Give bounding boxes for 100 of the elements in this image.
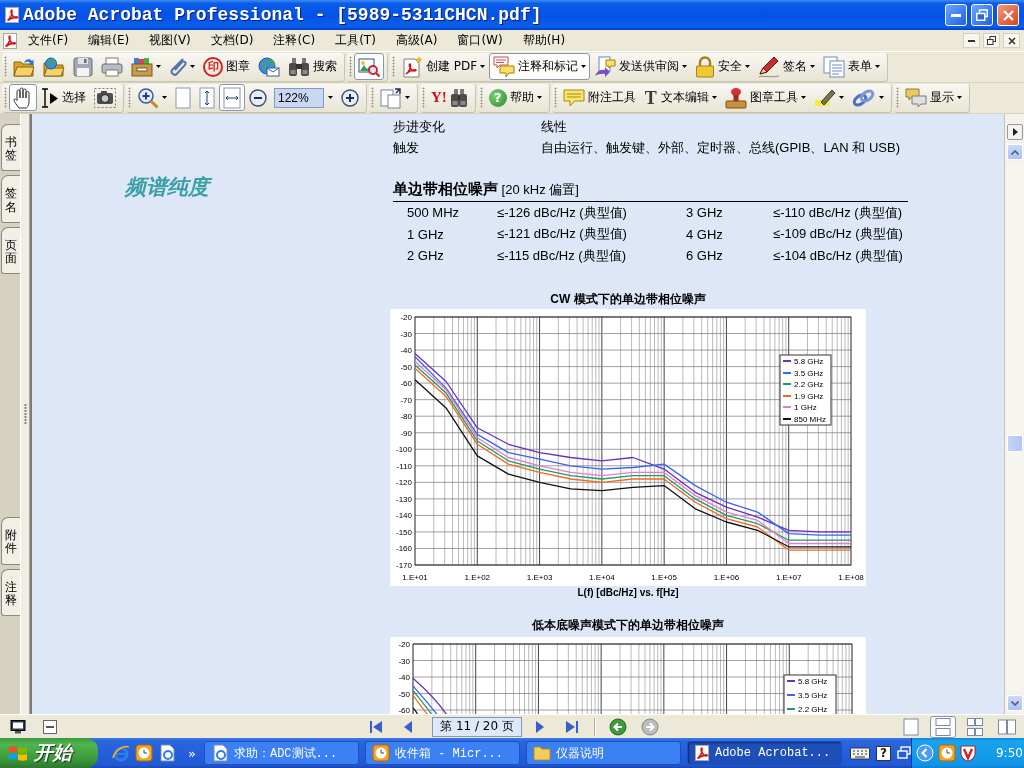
minimize-button[interactable] [945,4,967,26]
menu-item[interactable]: 窗口(W) [447,31,513,50]
windows-icon[interactable] [896,746,911,760]
axis-tick-label: 1.E+08 [838,573,864,582]
menu-item[interactable]: 文件(F) [18,31,79,50]
note-tool-button[interactable]: 附注工具 [558,84,640,111]
ring-swoosh-icon[interactable] [112,744,130,762]
toolbar-grip[interactable] [479,87,483,108]
axis-tick-label: -40 [398,673,410,682]
security-button[interactable]: 安全 [691,53,755,80]
sidebar-tab[interactable]: 签名 [1,175,20,223]
toolbar-grip[interactable] [371,87,374,108]
show-button[interactable]: 显示 [900,84,966,111]
scroll-thumb[interactable] [1006,435,1023,452]
taskbar-button[interactable]: 求助：ADC测试... [203,741,359,765]
chevron-left-icon[interactable] [915,744,934,762]
panel-toggle-button[interactable] [1006,124,1023,140]
help-button[interactable]: ? 帮助 [484,84,546,111]
comment-markup-button[interactable]: 注释和标记 [489,53,591,80]
zoom-field[interactable]: 122% [274,87,324,108]
sign-button[interactable]: 签名 [754,53,820,80]
toolbar-grip[interactable] [895,87,899,108]
create-pdf-button[interactable]: 创建 PDF [397,53,490,80]
spec-value: 线性 [541,117,567,136]
legend-label: 2.2 GHz [798,705,828,714]
menu-item[interactable]: 文档(D) [200,31,264,50]
clock-square-icon[interactable] [135,744,153,762]
menu-item[interactable]: 视图(V) [139,31,201,50]
shield-icon[interactable] [959,744,976,762]
legend-label: 2.2 GHz [794,380,824,389]
scroll-down-button[interactable] [1006,695,1023,711]
document-close-button[interactable] [1003,33,1020,48]
toolbar-grip[interactable] [392,56,395,77]
menu-item[interactable]: 工具(T) [325,31,386,50]
document-restore-button[interactable] [983,33,1000,48]
taskbar-button[interactable]: Adobe Acrobat... [686,741,842,765]
menu-item[interactable]: 高级(A) [385,31,448,50]
toolbar-grip[interactable] [4,56,7,77]
page-ring-icon[interactable] [158,744,176,762]
skip-back-icon [369,718,383,735]
continuous-button[interactable] [930,715,956,738]
restore-icon [987,36,996,45]
page-icon [175,86,191,109]
scroll-up-button[interactable] [1006,144,1023,160]
taskbar-button[interactable]: 仪器说明 [525,741,681,765]
sidebar-tab[interactable]: 注释 [1,568,20,616]
help-icon[interactable]: ? [875,745,891,761]
camera-icon [94,87,116,108]
stamp-tool-button[interactable]: 图章工具 [720,84,810,111]
text-edit-button[interactable]: T 文本编辑 [639,84,721,111]
spec-value: 自由运行、触发键、外部、定时器、总线(GPIB、LAN 和 USB) [541,138,900,157]
page-horizontal-arrows-icon [223,86,241,109]
restore-button[interactable] [971,4,993,26]
toolbar-grip[interactable] [4,87,7,108]
hand-icon [13,86,33,109]
more-button[interactable]: » [188,745,196,761]
menu-item[interactable]: 帮助(H) [512,31,576,50]
search-button[interactable]: 搜索 [284,53,341,80]
forms-button[interactable]: 表单 [819,53,885,80]
axis-tick-label: -60 [400,379,412,389]
page-vertical-arrows-icon [199,86,215,109]
table-cell: ≤-115 dBc/Hz (典型值) [497,246,626,265]
web-search-button[interactable]: Y! [427,84,472,111]
picture-tasks-button[interactable] [354,53,384,80]
monitor-icon [10,719,26,734]
table-cell: ≤-121 dBc/Hz (典型值) [497,225,627,244]
document-minimize-button[interactable] [963,33,980,48]
toolbar-grip[interactable] [349,56,352,77]
axis-tick-label: 1.E+07 [775,573,802,582]
toolbar-grip[interactable] [553,87,557,108]
keyboard-icon[interactable] [849,746,870,760]
table-cell: 4 GHz [686,226,723,242]
axis-tick-label: -20 [400,313,412,322]
axis-tick-label: -50 [400,362,412,372]
taskbar-button[interactable]: 收件箱 - Micr... [364,741,520,765]
sidebar-tab[interactable]: 页面 [1,226,20,275]
sidebar-tab[interactable]: 附件 [1,517,20,565]
close-icon [1007,36,1016,45]
select-tool-button[interactable]: 选择 [37,84,90,111]
spec-label: 触发 [393,138,419,157]
menu-item[interactable]: 注释(C) [263,31,326,50]
toolbar-grip[interactable] [422,87,425,108]
clock-square-icon[interactable] [937,744,956,762]
sidebar-tab[interactable]: 书签 [1,124,20,172]
forward-button[interactable] [640,716,660,737]
toolbar-grip[interactable] [128,87,131,108]
close-button[interactable] [997,4,1019,26]
table-cell: ≤-104 dBc/Hz (典型值) [773,246,903,265]
menu-item[interactable]: 编辑(E) [78,31,140,50]
back-button[interactable] [608,716,628,737]
chevron-up-icon [1010,149,1019,155]
page-number-field[interactable]: 第 11 / 20 页 [432,716,522,737]
hand-tool-button[interactable] [9,84,37,111]
axis-tick-label: 1.E+04 [589,573,615,582]
minus-circle-icon [249,88,267,107]
skip-forward-icon [565,718,579,735]
axis-tick-label: -140 [396,511,412,521]
send-review-button[interactable]: 发送供审阅 [590,53,692,80]
stamp-button[interactable]: 印 图章 [199,53,254,80]
globe-envelope-icon [258,56,280,77]
